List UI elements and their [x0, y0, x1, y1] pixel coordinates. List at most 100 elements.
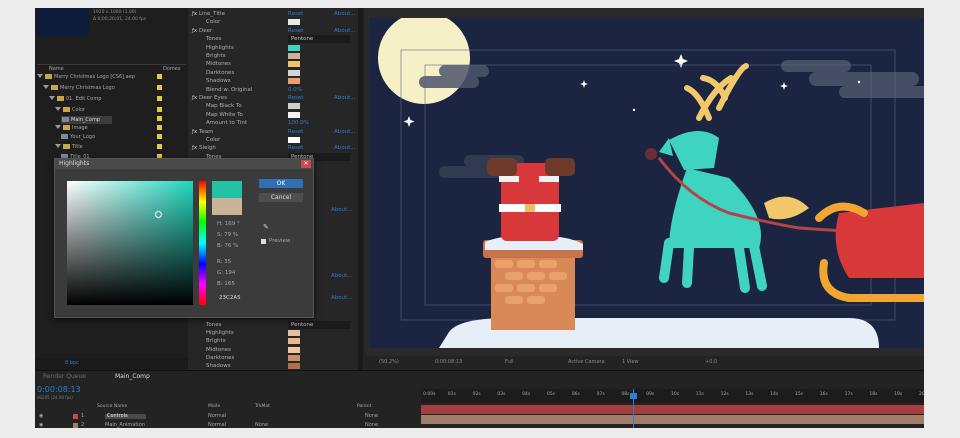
effect-row[interactable]: Shadows: [192, 77, 360, 85]
hue-slider[interactable]: [199, 181, 206, 305]
effect-row[interactable]: ƒx Sleigh Reset About...: [192, 144, 360, 152]
label-color-chip[interactable]: [157, 116, 162, 121]
about-link[interactable]: About...: [331, 273, 353, 280]
effect-row[interactable]: ƒx Team Reset About...: [192, 128, 360, 136]
color-swatch[interactable]: [288, 44, 300, 51]
label-color-chip[interactable]: [157, 144, 162, 149]
disclosure-triangle-icon[interactable]: [55, 144, 61, 148]
color-swatch[interactable]: [288, 19, 300, 26]
tones-dropdown[interactable]: Pentone: [288, 321, 350, 329]
column-trkmat[interactable]: TrkMat: [255, 404, 270, 410]
project-tree-item[interactable]: Color: [55, 107, 85, 113]
effect-row[interactable]: Shadows: [192, 362, 360, 370]
effect-row[interactable]: ƒx Deer Reset About...: [192, 27, 360, 35]
effect-row[interactable]: Blend w. Original 0.0%: [192, 86, 360, 94]
visibility-eye-icon[interactable]: ◉: [39, 423, 43, 428]
viewer-time[interactable]: 0:00:08:13: [435, 360, 462, 365]
effect-row[interactable]: Map Black To: [192, 102, 360, 110]
effect-row[interactable]: Brights: [192, 337, 360, 345]
about-link[interactable]: About...: [334, 94, 356, 102]
project-tree-item[interactable]: Title: [55, 144, 83, 150]
project-tree-item[interactable]: 01. Edit Comp: [49, 96, 101, 102]
color-swatch[interactable]: [288, 330, 300, 337]
close-icon[interactable]: ✕: [301, 160, 311, 168]
camera-dropdown[interactable]: Active Camera: [568, 360, 605, 365]
color-swatch[interactable]: [288, 354, 300, 361]
layer-row[interactable]: ◉ 1 Controls Normal None: [35, 413, 421, 421]
hue-value[interactable]: H: 169 °: [217, 221, 240, 228]
about-link[interactable]: About...: [334, 144, 356, 152]
preview-checkbox[interactable]: [261, 239, 266, 244]
reset-link[interactable]: Reset: [288, 94, 303, 102]
effect-row[interactable]: Darktones: [192, 69, 360, 77]
layer-label-chip[interactable]: [73, 423, 78, 428]
saturation-value[interactable]: S: 79 %: [217, 232, 238, 239]
bpc-button[interactable]: 8 bpc: [65, 361, 79, 366]
effect-row[interactable]: Brights: [192, 52, 360, 60]
fx-icon[interactable]: ƒx: [192, 11, 199, 17]
green-value[interactable]: G: 194: [217, 270, 235, 277]
reset-link[interactable]: Reset: [288, 144, 303, 152]
hex-value[interactable]: 23C2A5: [219, 295, 241, 302]
parent-dropdown[interactable]: None: [365, 414, 378, 419]
composition-canvas[interactable]: [369, 18, 924, 348]
resolution-dropdown[interactable]: Full: [505, 360, 514, 365]
property-value[interactable]: 0.0%: [288, 86, 302, 94]
tab-render-queue[interactable]: Render Queue: [43, 374, 86, 380]
disclosure-triangle-icon[interactable]: [49, 96, 55, 100]
column-source-name[interactable]: Source Name: [97, 404, 127, 410]
effect-row[interactable]: Midtones: [192, 346, 360, 354]
color-cursor-icon[interactable]: [155, 211, 162, 218]
about-link[interactable]: About...: [334, 10, 356, 18]
effect-row[interactable]: Tones Pentone: [192, 321, 360, 329]
visibility-eye-icon[interactable]: ◉: [39, 414, 43, 419]
project-tree-item[interactable]: Main_Comp: [61, 116, 113, 124]
label-color-chip[interactable]: [157, 134, 162, 139]
zoom-dropdown[interactable]: (50.2%): [379, 360, 399, 365]
fx-icon[interactable]: ƒx: [192, 145, 199, 151]
color-swatch[interactable]: [288, 53, 300, 59]
layer-row[interactable]: ◉ 2 Main_Animation Normal None None: [35, 422, 421, 428]
about-link[interactable]: About...: [334, 128, 356, 136]
layer-bar-main-animation[interactable]: [421, 415, 924, 424]
effect-row[interactable]: Midtones: [192, 60, 360, 68]
effect-row[interactable]: ƒx Line_Title Reset About...: [192, 10, 360, 18]
effect-row[interactable]: Darktones: [192, 354, 360, 362]
reset-link[interactable]: Reset: [288, 128, 303, 136]
effect-row[interactable]: Color: [192, 136, 360, 144]
project-tree-item[interactable]: Merry Christmas Logo [CS6].aep: [37, 74, 135, 80]
exposure-value[interactable]: +0.0: [705, 360, 717, 365]
mode-dropdown[interactable]: Normal: [208, 414, 226, 419]
effect-row[interactable]: Map White To: [192, 111, 360, 119]
eyedropper-icon[interactable]: ✎: [263, 224, 269, 231]
brightness-value[interactable]: B: 76 %: [217, 243, 238, 250]
cancel-button[interactable]: Cancel: [259, 193, 303, 202]
reset-link[interactable]: Reset: [288, 27, 303, 35]
tab-main-comp[interactable]: Main_Comp: [115, 374, 150, 380]
mode-dropdown[interactable]: Normal: [208, 423, 226, 428]
effect-row[interactable]: Highlights: [192, 329, 360, 337]
color-swatch[interactable]: [288, 78, 300, 85]
parent-dropdown[interactable]: None: [365, 423, 378, 428]
fx-icon[interactable]: ƒx: [192, 129, 199, 135]
color-swatch[interactable]: [288, 61, 300, 68]
trkmat-dropdown[interactable]: None: [255, 423, 268, 428]
color-swatch[interactable]: [288, 346, 300, 353]
disclosure-triangle-icon[interactable]: [43, 85, 49, 89]
column-mode[interactable]: Mode: [208, 404, 220, 410]
property-value[interactable]: 100.0%: [288, 119, 309, 127]
project-tree-item[interactable]: Your_Logo: [61, 134, 95, 140]
effect-row[interactable]: Tones Pentone: [192, 35, 360, 44]
effects-scrollbar[interactable]: [358, 8, 363, 370]
label-color-chip[interactable]: [157, 125, 162, 130]
column-parent[interactable]: Parent: [357, 404, 371, 410]
fx-icon[interactable]: ƒx: [192, 28, 199, 34]
current-timecode[interactable]: 0:00:08:13: [37, 386, 81, 394]
original-color-swatch[interactable]: [212, 198, 242, 215]
color-swatch[interactable]: [288, 338, 300, 345]
disclosure-triangle-icon[interactable]: [55, 107, 61, 111]
label-color-chip[interactable]: [157, 96, 162, 101]
reset-link[interactable]: Reset: [288, 10, 303, 18]
layer-bar-controls[interactable]: [421, 405, 924, 414]
label-color-chip[interactable]: [157, 74, 162, 79]
